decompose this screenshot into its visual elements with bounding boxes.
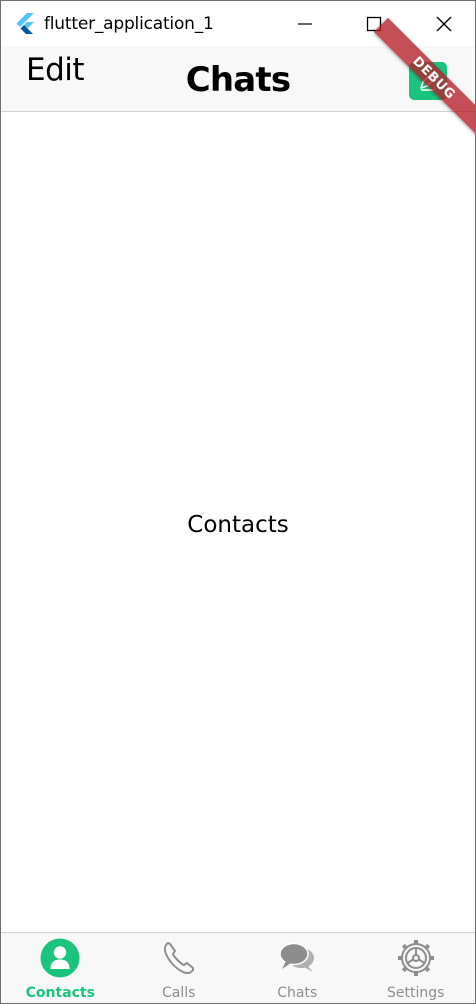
chat-bubbles-icon xyxy=(277,938,317,978)
close-button[interactable] xyxy=(421,1,467,46)
tab-settings[interactable]: Settings xyxy=(357,933,476,1003)
main-content: Contacts xyxy=(1,112,475,932)
bottom-navigation-bar: Contacts Calls Chats Settings xyxy=(1,932,476,1003)
tab-calls[interactable]: Calls xyxy=(120,933,239,1003)
minimize-icon xyxy=(298,22,312,25)
tab-chats-label: Chats xyxy=(277,985,318,1001)
minimize-button[interactable] xyxy=(282,1,328,46)
tab-settings-label: Settings xyxy=(387,985,445,1001)
window-title: flutter_application_1 xyxy=(44,14,214,34)
tab-calls-label: Calls xyxy=(162,985,196,1001)
content-label: Contacts xyxy=(187,512,289,538)
tab-chats[interactable]: Chats xyxy=(238,933,357,1003)
gear-icon xyxy=(396,938,436,978)
close-icon xyxy=(436,16,452,31)
tab-contacts[interactable]: Contacts xyxy=(1,933,120,1003)
app-window: flutter_application_1 Edit Chats DEBUG C… xyxy=(0,0,476,1004)
phone-icon xyxy=(159,938,199,978)
person-icon xyxy=(40,938,80,978)
tab-contacts-label: Contacts xyxy=(25,985,95,1001)
flutter-logo-icon xyxy=(16,13,34,34)
page-title: Chats xyxy=(185,60,291,100)
